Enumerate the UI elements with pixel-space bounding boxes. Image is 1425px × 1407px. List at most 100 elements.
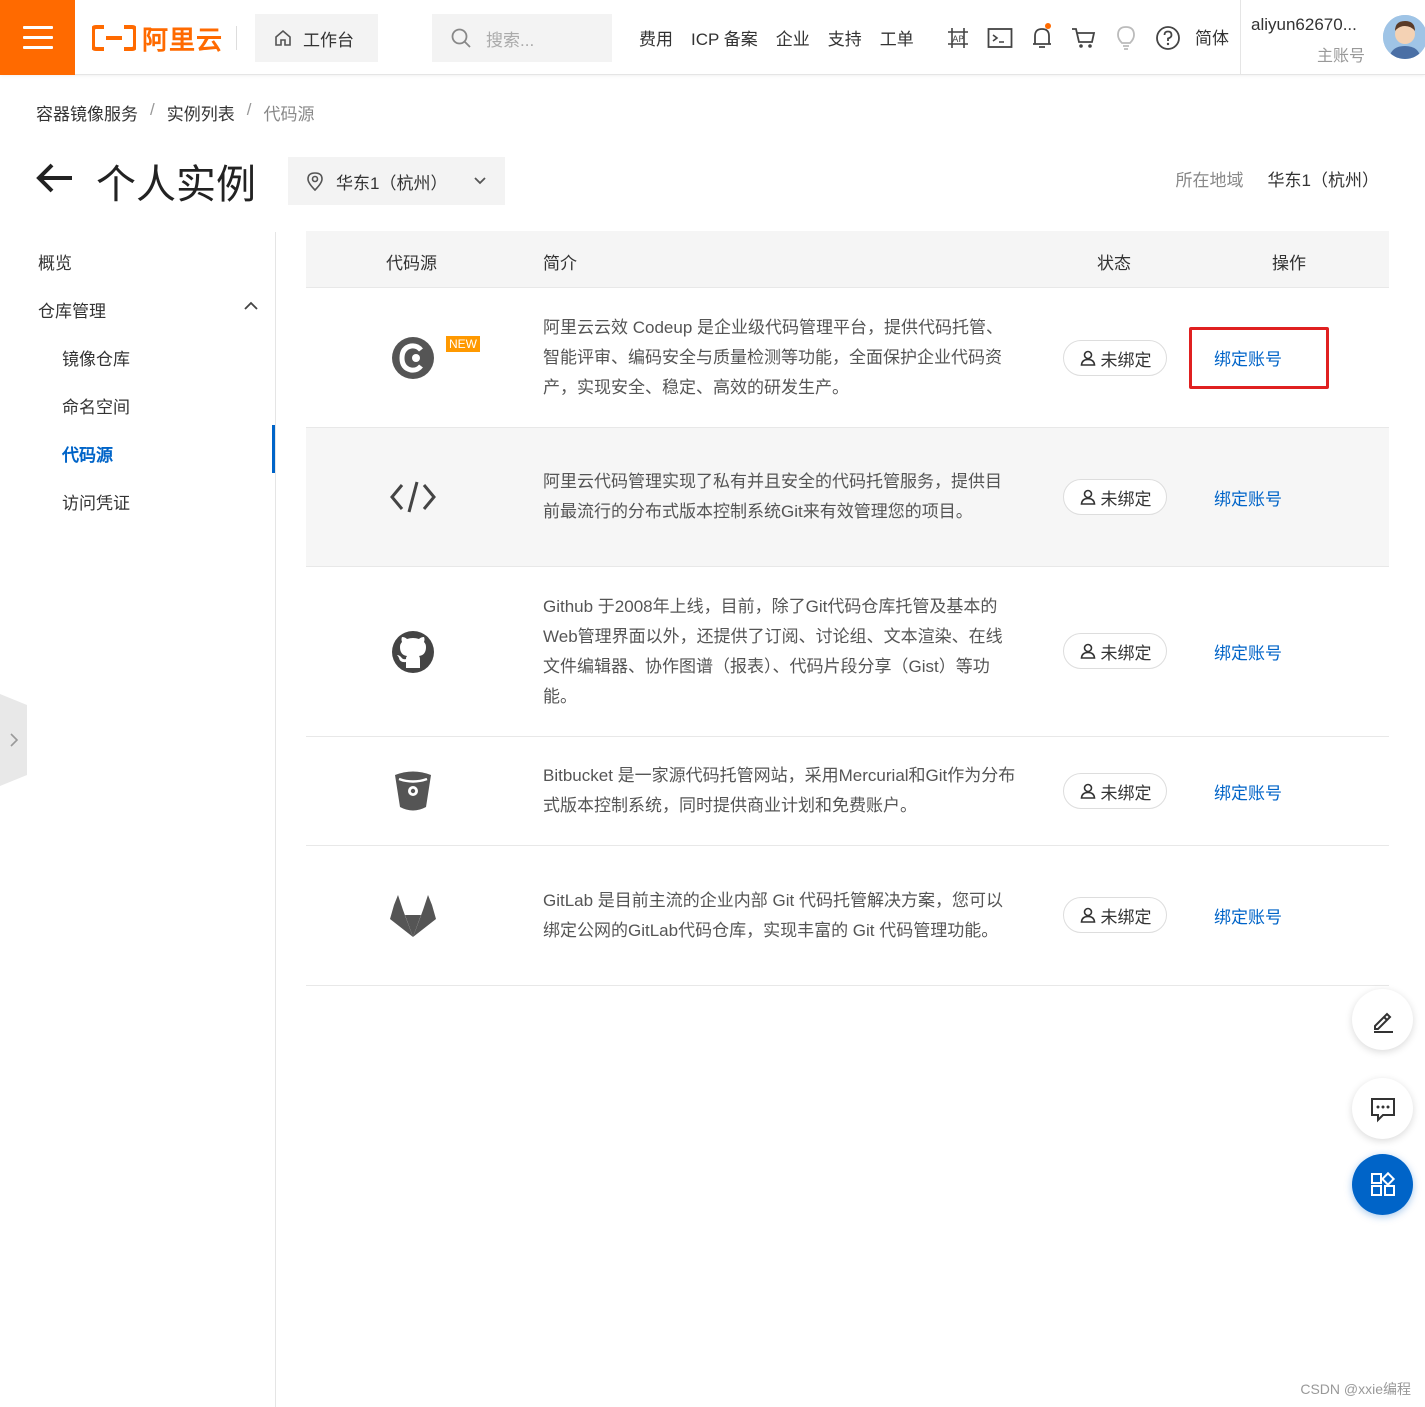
bitbucket-icon [306, 737, 520, 845]
search-placeholder: 搜索... [486, 30, 535, 50]
chat-button[interactable] [1352, 1078, 1413, 1139]
user-role: 主账号 [1317, 48, 1366, 65]
nav-support[interactable]: 支持 [819, 25, 871, 50]
nav-fees[interactable]: 费用 [630, 25, 682, 50]
status-text: 未绑定 [1100, 643, 1152, 663]
description-text: Bitbucket 是一家源代码托管网站，采用Mercurial和Git作为分布… [543, 766, 1016, 815]
description-text: GitLab 是目前主流的企业内部 Git 代码托管解决方案，您可以绑定公网的G… [543, 890, 1003, 940]
nav-icp[interactable]: ICP 备案 [682, 25, 767, 50]
breadcrumb-item[interactable]: 容器镜像服务 [36, 100, 138, 125]
row-description: GitLab 是目前主流的企业内部 Git 代码托管解决方案，您可以绑定公网的G… [543, 846, 1018, 985]
feedback-edit-button[interactable] [1352, 989, 1413, 1050]
brand-logo[interactable]: 阿里云 [92, 22, 224, 56]
api-icon[interactable]: AP [940, 20, 976, 56]
status-badge: 未绑定 [1063, 633, 1167, 669]
region-info-label: 所在地域 [1175, 171, 1244, 190]
bind-account-link[interactable]: 绑定账号 [1214, 485, 1282, 510]
sidebar-item-namespace[interactable]: 命名空间 [62, 393, 130, 418]
breadcrumb: 容器镜像服务 / 实例列表 / 代码源 [36, 100, 314, 125]
status-text: 未绑定 [1100, 907, 1152, 927]
row-description: Github 于2008年上线，目前，除了Git代码仓库托管及基本的Web管理界… [543, 567, 1018, 736]
status-badge: 未绑定 [1063, 340, 1167, 376]
user-name[interactable]: aliyun62670... [1251, 15, 1373, 35]
search-input[interactable]: 搜索... [432, 14, 612, 62]
breadcrumb-separator: / [150, 100, 155, 119]
workbench-label: 工作台 [303, 30, 354, 50]
codeup-icon: NEW [306, 288, 520, 427]
nav-enterprise[interactable]: 企业 [767, 25, 819, 50]
menu-icon[interactable] [0, 0, 75, 75]
sidebar-item-credentials[interactable]: 访问凭证 [62, 489, 130, 514]
sidebar-group-repo-management[interactable]: 仓库管理 [38, 297, 106, 322]
table-row: Github 于2008年上线，目前，除了Git代码仓库托管及基本的Web管理界… [306, 567, 1389, 737]
user-icon [1080, 350, 1095, 366]
user-icon [1080, 643, 1095, 659]
chevron-up-icon[interactable] [243, 300, 259, 312]
chat-icon [1370, 1097, 1395, 1122]
workbench-button[interactable]: 工作台 [255, 14, 378, 62]
sidebar-item-overview[interactable]: 概览 [38, 249, 72, 274]
table-row: NEW 阿里云云效 Codeup 是企业级代码管理平台，提供代码托管、智能评审、… [306, 288, 1389, 428]
region-info: 所在地域 华东1（杭州） [1176, 166, 1379, 191]
grid-apps-icon [1370, 1171, 1395, 1196]
location-pin-icon [307, 172, 323, 191]
back-arrow-icon[interactable] [36, 160, 74, 196]
page-title: 个人实例 [96, 162, 256, 208]
divider [1240, 0, 1241, 75]
code-icon [306, 428, 520, 566]
top-bar: 阿里云 工作台 搜索... 费用 ICP 备案 企业 支持 工单 AP 简体 a… [0, 0, 1425, 75]
avatar[interactable] [1383, 15, 1425, 59]
table-row: GitLab 是目前主流的企业内部 Git 代码托管解决方案，您可以绑定公网的G… [306, 846, 1389, 986]
user-icon [1080, 489, 1095, 505]
watermark: CSDN @xxie编程 [1300, 1381, 1411, 1397]
bind-account-link[interactable]: 绑定账号 [1214, 639, 1282, 664]
status-text: 未绑定 [1100, 783, 1152, 803]
status-badge: 未绑定 [1063, 479, 1167, 515]
top-nav: 费用 ICP 备案 企业 支持 工单 [630, 0, 923, 75]
aliyun-logo-icon [92, 25, 136, 51]
sidebar: 概览 仓库管理 镜像仓库 命名空间 代码源 访问凭证 [0, 232, 276, 1407]
home-icon [275, 29, 291, 46]
breadcrumb-item[interactable]: 实例列表 [167, 100, 235, 125]
sidebar-active-indicator [272, 425, 275, 473]
language-switch[interactable]: 简体 [1195, 24, 1229, 49]
chevron-right-icon [9, 733, 18, 747]
bell-icon[interactable] [1024, 20, 1060, 56]
nav-ticket[interactable]: 工单 [871, 25, 923, 50]
region-info-value: 华东1（杭州） [1267, 171, 1379, 190]
table-row: 阿里云代码管理实现了私有并且安全的代码托管服务，提供目前最流行的分布式版本控制系… [306, 428, 1389, 567]
status-text: 未绑定 [1100, 489, 1152, 509]
terminal-icon[interactable] [982, 20, 1018, 56]
user-icon [1080, 783, 1095, 799]
cart-icon[interactable] [1066, 20, 1102, 56]
highlight-annotation [1189, 327, 1329, 389]
row-description: 阿里云代码管理实现了私有并且安全的代码托管服务，提供目前最流行的分布式版本控制系… [543, 428, 1018, 566]
sidebar-item-code-source[interactable]: 代码源 [62, 441, 113, 466]
top-icons: AP [940, 0, 1186, 75]
lightbulb-icon[interactable] [1108, 20, 1144, 56]
column-header-source: 代码源 [386, 254, 437, 273]
brand-name: 阿里云 [142, 25, 224, 56]
breadcrumb-separator: / [246, 100, 252, 119]
chevron-down-icon [474, 177, 487, 185]
column-header-status: 状态 [1097, 254, 1131, 273]
bind-account-link[interactable]: 绑定账号 [1214, 779, 1282, 804]
bind-account-link[interactable]: 绑定账号 [1214, 903, 1282, 928]
status-badge: 未绑定 [1063, 773, 1167, 809]
sidebar-collapse-handle[interactable] [0, 694, 27, 786]
sidebar-item-image-repo[interactable]: 镜像仓库 [62, 345, 130, 370]
region-select[interactable]: 华东1（杭州） [288, 157, 505, 205]
status-text: 未绑定 [1100, 350, 1152, 370]
apps-button[interactable] [1352, 1154, 1413, 1215]
edit-icon [1373, 1012, 1393, 1033]
description-text: 阿里云代码管理实现了私有并且安全的代码托管服务，提供目前最流行的分布式版本控制系… [543, 472, 1002, 521]
gitlab-icon [306, 846, 520, 985]
github-icon [306, 567, 520, 736]
column-header-description: 简介 [543, 254, 577, 273]
notification-dot [1045, 22, 1051, 29]
row-description: Bitbucket 是一家源代码托管网站，采用Mercurial和Git作为分布… [543, 737, 1018, 845]
divider [236, 26, 237, 50]
table-header: 代码源 简介 状态 操作 [306, 231, 1389, 288]
table-row: Bitbucket 是一家源代码托管网站，采用Mercurial和Git作为分布… [306, 737, 1389, 846]
help-icon[interactable] [1150, 20, 1186, 56]
